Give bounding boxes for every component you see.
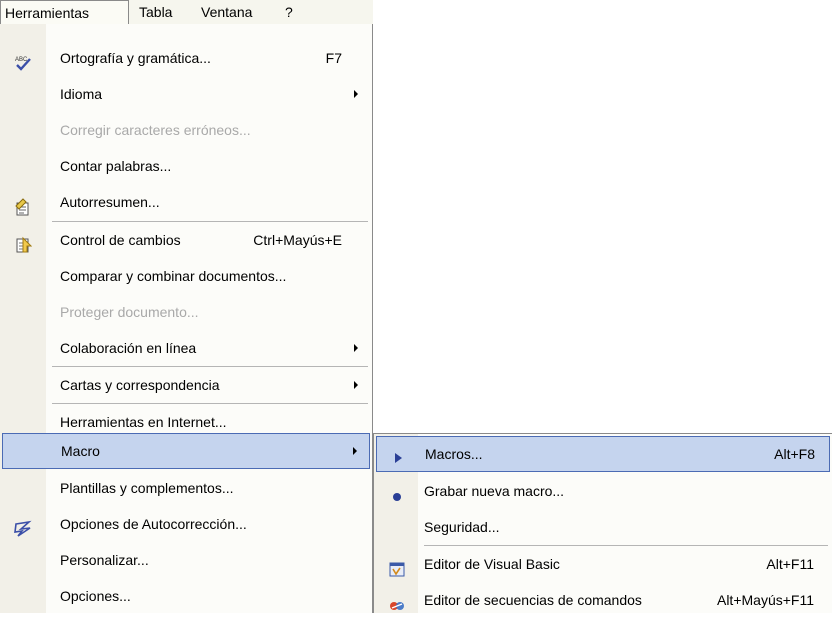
tools-menu: ABC Ortografía y gramática... F7 Idioma … (0, 24, 373, 613)
submenu-arrow-icon (354, 90, 358, 98)
menu-item-idioma[interactable]: Idioma (0, 76, 372, 112)
menubar-help-label: ? (285, 4, 293, 20)
menu-item-word-count[interactable]: Contar palabras... (0, 148, 372, 184)
submenu-item-security[interactable]: Seguridad... (374, 509, 832, 545)
menu-item-label: Autorresumen... (60, 194, 160, 210)
record-icon (388, 482, 406, 501)
menu-item-online-collaboration[interactable]: Colaboración en línea (0, 330, 372, 366)
menubar-tabla[interactable]: Tabla (133, 0, 178, 25)
menubar-herramientas[interactable]: Herramientas (0, 0, 129, 25)
menu-item-fix-broken-text: Corregir caracteres erróneos... (0, 112, 372, 148)
menu-item-track-changes[interactable]: Control de cambios Ctrl+Mayús+E (0, 222, 372, 258)
spelling-check-icon: ABC (14, 49, 32, 71)
menu-item-options[interactable]: Opciones... (0, 578, 372, 614)
menu-item-shortcut: Ctrl+Mayús+E (253, 232, 342, 248)
menu-item-macro[interactable]: Macro (2, 433, 370, 469)
macro-submenu: Macros... Alt+F8 Grabar nueva macro... S… (373, 433, 832, 613)
menubar-tabla-label: Tabla (139, 4, 173, 20)
menu-item-label: Control de cambios (60, 232, 181, 248)
menubar-ventana-label: Ventana (201, 4, 253, 20)
play-icon (389, 445, 407, 463)
menu-item-label: Personalizar... (60, 552, 149, 568)
menubar-ventana[interactable]: Ventana (195, 0, 258, 25)
submenu-arrow-icon (353, 447, 357, 455)
menu-bar: Herramientas Tabla Ventana ? (0, 0, 373, 25)
submenu-item-label: Seguridad... (424, 519, 500, 535)
submenu-item-label: Macros... (425, 446, 483, 462)
menu-item-label: Idioma (60, 86, 103, 102)
submenu-arrow-icon (354, 381, 358, 389)
menu-item-autosummary[interactable]: Autorresumen... (0, 184, 372, 220)
track-changes-icon (14, 231, 33, 253)
menu-item-label: Opciones de Autocorrección... (60, 516, 247, 532)
script-editor-icon (388, 591, 406, 610)
autocorrect-icon (14, 515, 32, 537)
menu-item-label: Cartas y correspondencia (60, 377, 220, 393)
submenu-arrow-icon (354, 344, 358, 352)
menu-item-label: Proteger documento... (60, 304, 199, 320)
submenu-item-vb-editor[interactable]: Editor de Visual Basic Alt+F11 (374, 546, 832, 582)
menubar-help[interactable]: ? (279, 0, 299, 25)
visual-basic-editor-icon (388, 555, 406, 577)
menu-item-label: Comparar y combinar documentos... (60, 268, 287, 284)
submenu-item-shortcut: Alt+F11 (766, 556, 814, 572)
menu-item-label: Corregir caracteres erróneos... (60, 122, 251, 138)
menu-item-label: Contar palabras... (60, 158, 172, 174)
menu-item-label: Opciones... (60, 588, 131, 604)
menu-item-label: Macro (61, 443, 100, 459)
menu-item-label: Plantillas y complementos... (60, 480, 234, 496)
menu-item-spelling[interactable]: ABC Ortografía y gramática... F7 (0, 40, 372, 76)
autosummary-icon (14, 193, 32, 216)
menu-item-autocorrect-options[interactable]: Opciones de Autocorrección... (0, 506, 372, 542)
menu-item-shortcut: F7 (325, 50, 342, 66)
submenu-item-label: Grabar nueva macro... (424, 483, 565, 499)
menu-item-letters-mailings[interactable]: Cartas y correspondencia (0, 367, 372, 403)
menu-item-label: Ortografía y gramática... (60, 50, 211, 66)
menu-item-customize[interactable]: Personalizar... (0, 542, 372, 578)
submenu-item-label: Editor de Visual Basic (424, 556, 560, 572)
menu-item-compare-merge[interactable]: Comparar y combinar documentos... (0, 258, 372, 294)
menu-item-label: Colaboración en línea (60, 340, 197, 356)
submenu-item-record-macro[interactable]: Grabar nueva macro... (374, 473, 832, 509)
menubar-herramientas-label: Herramientas (5, 5, 90, 21)
submenu-item-shortcut: Alt+F8 (774, 446, 815, 462)
submenu-item-macros[interactable]: Macros... Alt+F8 (376, 436, 830, 472)
menu-item-templates-addins[interactable]: Plantillas y complementos... (0, 470, 372, 506)
menu-item-protect-document: Proteger documento... (0, 294, 372, 330)
